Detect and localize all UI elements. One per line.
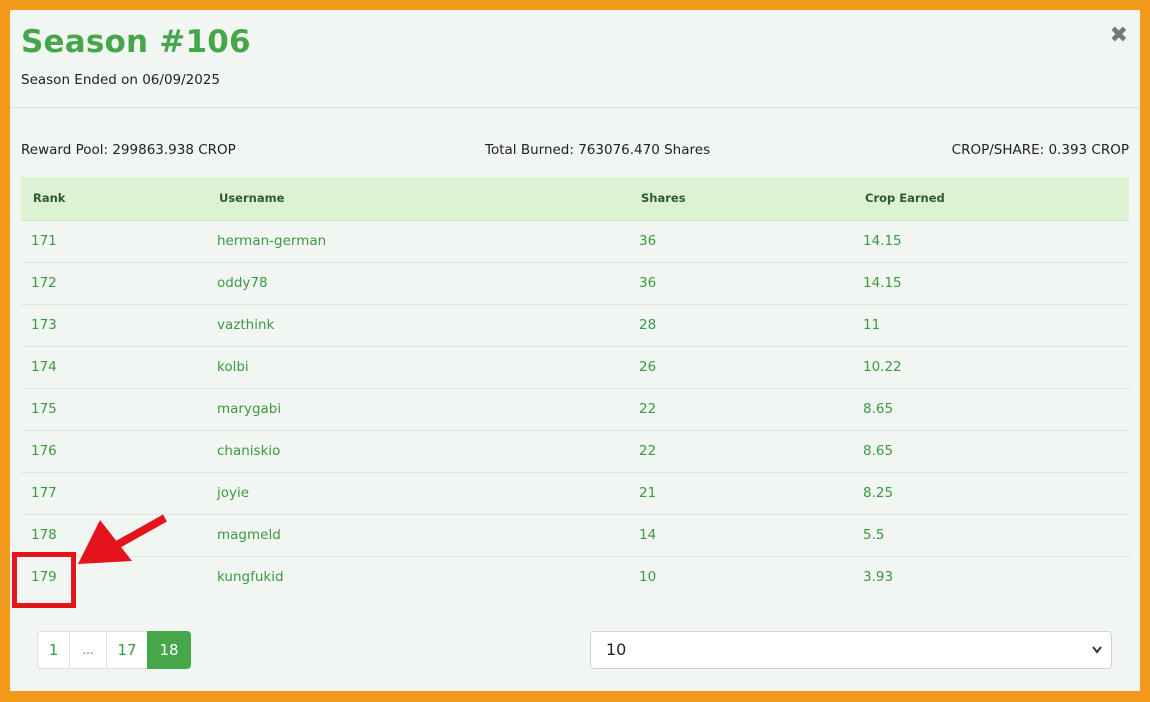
cell-crop-earned: 14.15 [853,220,1129,263]
table-row: 175 marygabi 22 8.65 [21,388,1129,431]
chevron-down-icon [1091,632,1103,683]
table-row: 176 chaniskio 22 8.65 [21,430,1129,473]
table-row: 172 oddy78 36 14.15 [21,262,1129,305]
table-row: 171 herman-german 36 14.15 [21,220,1129,263]
cell-crop-earned: 3.93 [863,569,894,585]
table-header-row: Rank Username Shares Crop Earned [21,177,1129,221]
cell-username[interactable]: vazthink [207,304,629,347]
cell-username[interactable]: joyie [207,472,629,515]
season-stats: Reward Pool: 299863.938 CROP Total Burne… [21,142,1129,162]
cell-shares: 26 [629,346,853,389]
page-button-18[interactable]: 18 [147,631,191,669]
page-button-1[interactable]: 1 [37,631,70,669]
cell-shares: 36 [629,220,853,263]
cell-shares: 36 [629,262,853,305]
header-shares: Shares [629,177,853,221]
page-button-17[interactable]: 17 [106,631,148,669]
cell-rank: 179 [31,569,57,585]
pagination: 1 ... 17 18 [37,631,191,669]
cell-shares: 22 [629,430,853,473]
page-button-ellipsis[interactable]: ... [69,631,107,669]
cell-username[interactable]: chaniskio [207,430,629,473]
cell-crop-earned: 8.25 [853,472,1129,515]
season-modal: Season #106 Season Ended on 06/09/2025 ✖… [10,10,1140,691]
cell-username[interactable]: magmeld [207,514,629,557]
cell-rank: 178 [21,514,207,557]
page-size-select[interactable]: 10 [590,631,1112,669]
page-title: Season #106 [21,24,251,60]
close-icon[interactable]: ✖ [1110,24,1128,48]
cell-shares: 14 [629,514,853,557]
cell-username[interactable]: herman-german [207,220,629,263]
cell-rank: 171 [21,220,207,263]
cell-crop-earned: 14.15 [853,262,1129,305]
table-row: 173 vazthink 28 11 [21,304,1129,347]
cell-rank: 172 [21,262,207,305]
cell-shares: 22 [629,388,853,431]
cell-rank: 174 [21,346,207,389]
cell-crop-earned: 8.65 [853,388,1129,431]
cell-shares: 21 [629,472,853,515]
season-ended-text: Season Ended on 06/09/2025 [21,72,221,88]
cell-rank: 173 [21,304,207,347]
cell-username[interactable]: kolbi [207,346,629,389]
header-username: Username [207,177,629,221]
cell-username[interactable]: oddy78 [207,262,629,305]
modal-header: Season #106 Season Ended on 06/09/2025 ✖ [10,10,1140,108]
cell-rank: 176 [21,430,207,473]
cell-crop-earned: 11 [853,304,1129,347]
table-row: 177 joyie 21 8.25 [21,472,1129,515]
header-crop-earned: Crop Earned [853,177,1129,221]
table-row: 178 magmeld 14 5.5 [21,514,1129,557]
crop-per-share-text: CROP/SHARE: 0.393 CROP [951,142,1129,158]
header-rank: Rank [21,177,207,221]
table-row: 179 kungfukid 10 3.93 [21,556,1129,598]
reward-pool-text: Reward Pool: 299863.938 CROP [21,142,236,158]
cell-rank: 177 [21,472,207,515]
page-size-value: 10 [606,640,627,659]
total-burned-text: Total Burned: 763076.470 Shares [485,142,711,158]
cell-shares: 28 [629,304,853,347]
cell-username[interactable]: kungfukid [207,556,629,598]
leaderboard-table: Rank Username Shares Crop Earned 171 her… [21,177,1129,598]
table-row: 174 kolbi 26 10.22 [21,346,1129,389]
cell-crop-earned: 8.65 [853,430,1129,473]
cell-crop-earned: 5.5 [853,514,1129,557]
cell-crop-earned: 10.22 [853,346,1129,389]
cell-rank: 175 [21,388,207,431]
cell-username[interactable]: marygabi [207,388,629,431]
cell-shares: 10 [639,569,657,585]
